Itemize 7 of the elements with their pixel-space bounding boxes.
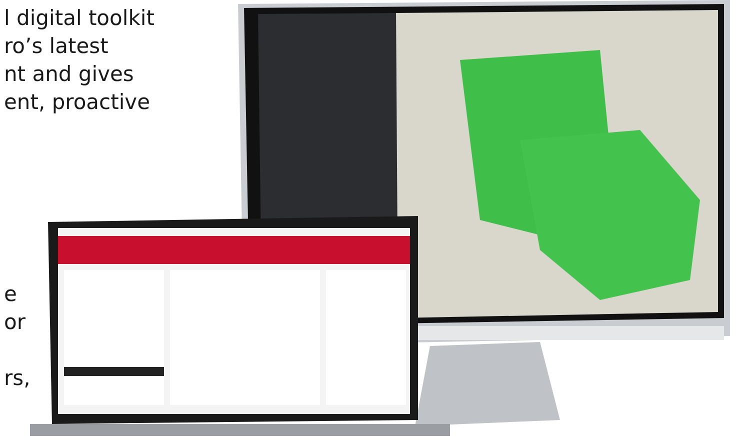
body-text-line: rs, — [4, 365, 30, 392]
body-text-line: ent, proactive — [4, 89, 150, 116]
body-text-line: ro’s latest — [4, 33, 108, 60]
body-text-line: e — [4, 281, 17, 308]
body-text-line: l digital toolkit — [4, 5, 154, 32]
body-text-line: or — [4, 309, 26, 336]
body-text-line: nt and gives — [4, 61, 134, 88]
